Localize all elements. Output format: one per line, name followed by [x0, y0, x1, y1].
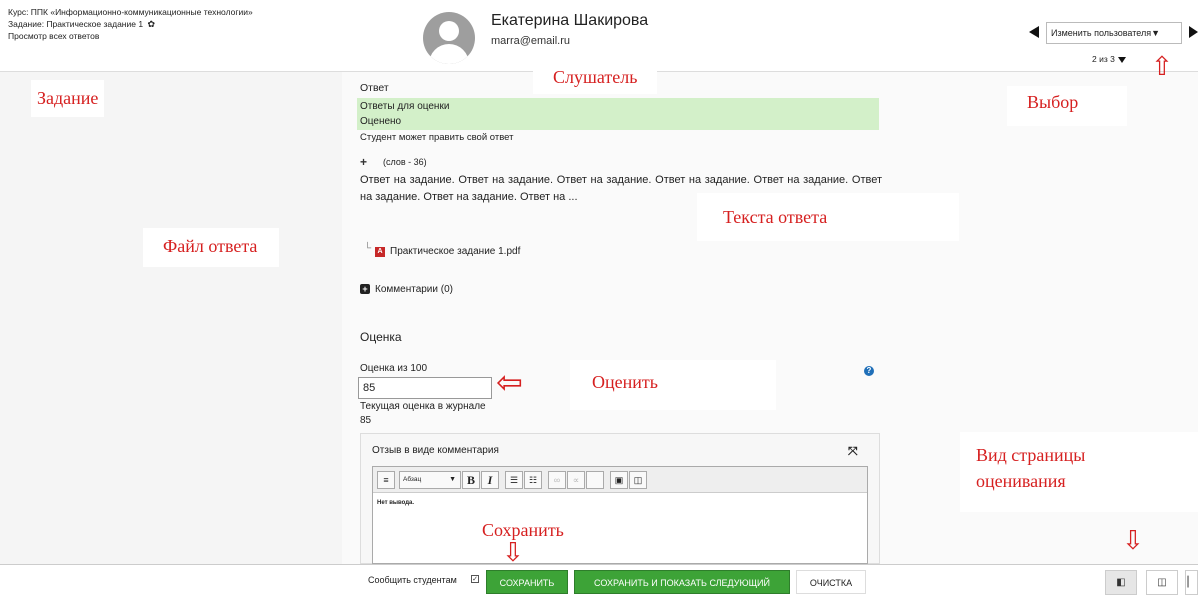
arrow-left-icon: ⇦ [496, 363, 523, 401]
emoticon-icon[interactable] [586, 471, 604, 489]
layout-default-icon[interactable]: ◫ [1146, 570, 1178, 595]
next-user-icon[interactable] [1189, 26, 1198, 38]
annotation-page-view: Вид страницы оценивания [960, 432, 1198, 512]
assignment-pane [0, 72, 342, 564]
notify-students-checkbox[interactable]: ✓ [471, 575, 479, 583]
save-button[interactable]: СОХРАНИТЬ [486, 570, 568, 594]
reset-button[interactable]: ОЧИСТКА [796, 570, 866, 594]
submission-heading: Ответ [360, 82, 389, 94]
previous-user-icon[interactable] [1029, 26, 1039, 38]
course-link[interactable]: Курс: ППК «Информационно-коммуникационны… [8, 6, 348, 18]
grade-input[interactable] [358, 377, 492, 399]
layout-collapse-grade-icon[interactable]: ▏ [1185, 570, 1198, 595]
submission-status: Ответы для оценки [360, 101, 450, 112]
bold-button[interactable]: B [462, 471, 480, 489]
annotation-listener: Слушатель [533, 63, 658, 94]
user-counter: 2 из 3 [1092, 54, 1126, 64]
notify-students-label: Сообщить студентам [368, 575, 457, 585]
help-icon[interactable]: ? [864, 366, 874, 376]
view-all-submissions-link[interactable]: Просмотр всех ответов [8, 30, 348, 42]
header-info: Курс: ППК «Информационно-коммуникационны… [8, 6, 348, 42]
filter-icon[interactable] [1117, 56, 1126, 63]
arrow-down-icon: ⇩ [502, 538, 524, 568]
numbered-list-icon[interactable]: ☷ [524, 471, 542, 489]
change-user-label: Изменить пользователя [1051, 28, 1152, 38]
bullet-list-icon[interactable]: ☰ [505, 471, 523, 489]
plus-icon[interactable]: + [360, 155, 367, 169]
paragraph-format-label: Абзац [403, 476, 422, 483]
comments-expand-icon[interactable]: + [360, 284, 370, 294]
grade-heading: Оценка [360, 330, 402, 344]
change-user-select[interactable]: Изменить пользователя▼ [1046, 22, 1182, 44]
image-icon[interactable]: ▣ [610, 471, 628, 489]
current-grade-label: Текущая оценка в журнале [360, 401, 486, 412]
toolbar-toggle-icon[interactable]: ≡ [377, 471, 395, 489]
media-icon[interactable]: ◫ [629, 471, 647, 489]
chevron-down-icon: ▼ [449, 476, 456, 483]
feedback-text: Нет вывода. [377, 500, 415, 506]
annotation-task: Задание [31, 80, 105, 117]
paragraph-format-select[interactable]: Абзац ▼ [399, 471, 461, 489]
word-count: (слов - 36) [383, 157, 427, 167]
assignment-label: Задание: Практическое задание 1 [8, 19, 144, 29]
link-icon[interactable]: ∞ [548, 471, 566, 489]
pdf-icon: A [375, 247, 385, 257]
student-email: marra@email.ru [491, 35, 571, 47]
unlink-icon[interactable]: ∝ [567, 471, 585, 489]
user-counter-text: 2 из 3 [1092, 54, 1115, 64]
gear-icon[interactable]: ✿ [147, 18, 155, 30]
assignment-link[interactable]: Задание: Практическое задание 1 ✿ [8, 18, 348, 30]
arrow-down-icon: ⇩ [1122, 526, 1144, 556]
arrow-up-icon: ⇧ [1151, 52, 1173, 82]
file-tree-connector: └ [364, 243, 372, 254]
annotation-grade: Оценить [570, 360, 776, 410]
save-and-next-button[interactable]: СОХРАНИТЬ И ПОКАЗАТЬ СЛЕДУЮЩИЙ [574, 570, 790, 594]
chevron-down-icon: ▼ [1151, 28, 1161, 38]
layout-collapse-review-icon[interactable]: ◧ [1105, 570, 1137, 595]
annotation-answer-file: Файл ответа [143, 228, 280, 267]
grading-status: Оценено [360, 116, 402, 127]
avatar [423, 12, 475, 64]
editor-toolbar: ≡ Абзац ▼ B I ☰ ☷ ∞ ∝ ▣ ◫ [373, 467, 867, 493]
fullscreen-icon[interactable]: ⤧ [848, 444, 858, 459]
editable-status: Студент может править свой ответ [360, 132, 514, 143]
online-text-answer: Ответ на задание. Ответ на задание. Отве… [360, 174, 882, 203]
grade-out-of-label: Оценка из 100 [360, 363, 428, 374]
annotation-page-view-line2: оценивания [976, 471, 1066, 491]
feedback-title: Отзыв в виде комментария [372, 445, 499, 456]
italic-button[interactable]: I [481, 471, 499, 489]
comments-link[interactable]: Комментарии (0) [375, 284, 453, 295]
annotation-choice: Выбор [1007, 86, 1127, 126]
current-grade-value: 85 [360, 415, 372, 426]
annotation-page-view-line1: Вид страницы [976, 445, 1086, 465]
submission-file-link[interactable]: Практическое задание 1.pdf [390, 246, 520, 257]
student-name[interactable]: Екатерина Шакирова [491, 12, 648, 30]
